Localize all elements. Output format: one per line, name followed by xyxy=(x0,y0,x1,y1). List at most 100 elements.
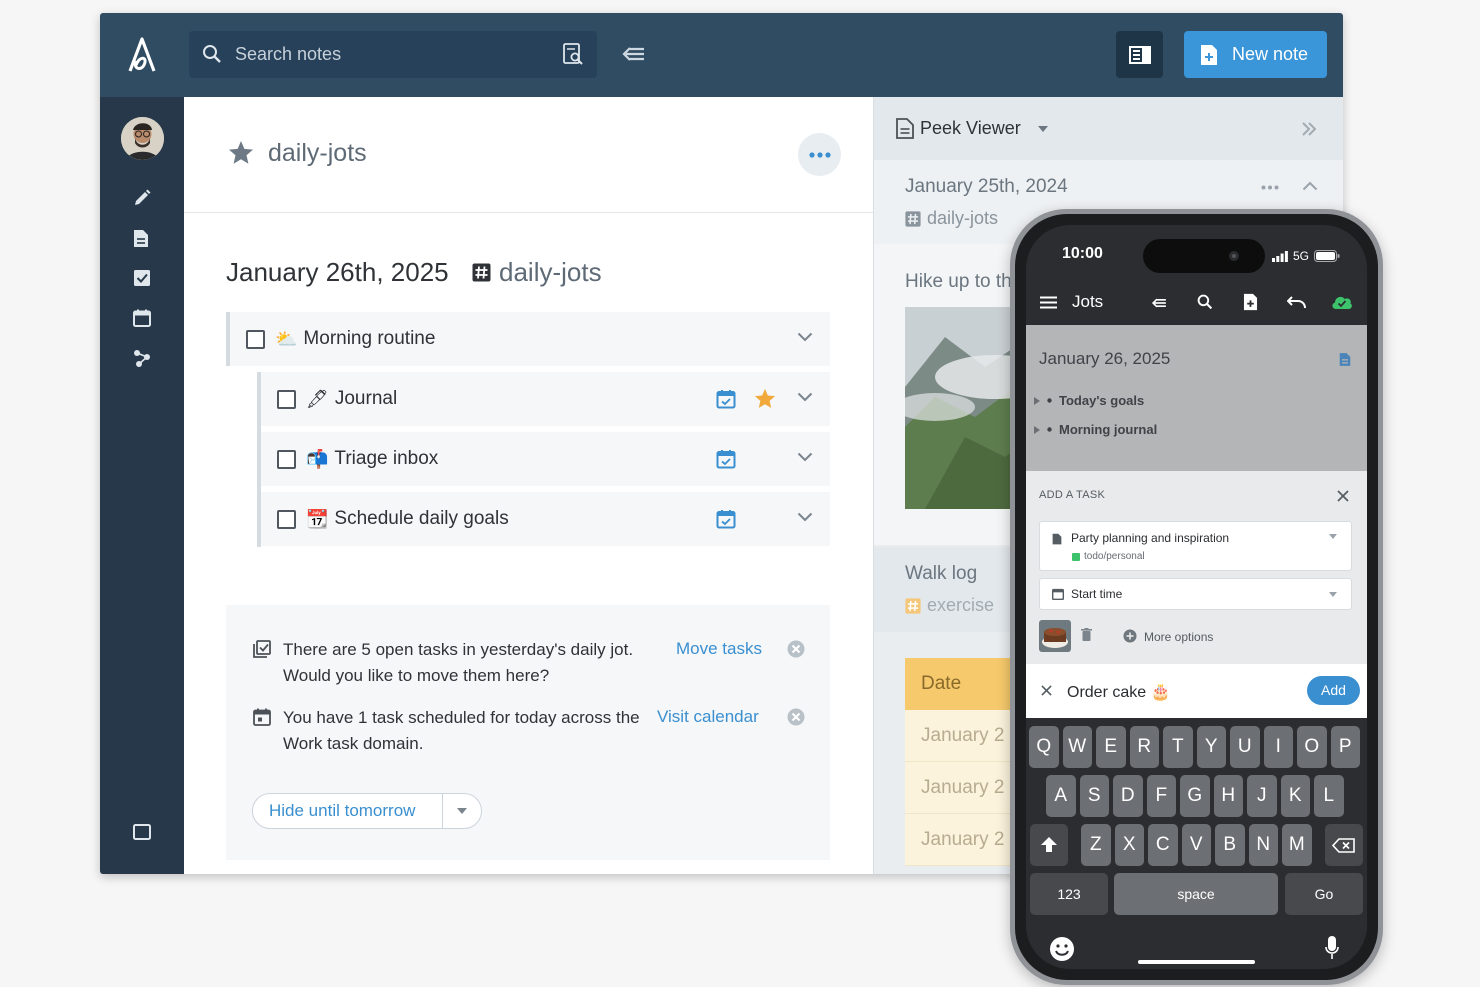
key-l[interactable]: L xyxy=(1314,775,1344,817)
hide-until-tomorrow-button[interactable]: Hide until tomorrow xyxy=(252,793,482,829)
task-label[interactable]: Triage inbox xyxy=(334,448,438,470)
calendar-icon[interactable] xyxy=(716,389,736,409)
space-key[interactable]: space xyxy=(1114,873,1278,915)
search-input[interactable] xyxy=(235,31,535,78)
microphone-icon[interactable] xyxy=(1325,936,1339,960)
expand-triangle-icon[interactable] xyxy=(1034,396,1040,405)
key-f[interactable]: F xyxy=(1146,775,1176,817)
undo-icon[interactable] xyxy=(1287,296,1306,309)
emoji-icon[interactable] xyxy=(1049,936,1075,962)
task-item[interactable]: ⛅ Morning routine xyxy=(230,312,830,366)
home-indicator[interactable] xyxy=(1138,960,1255,964)
tasks-icon[interactable] xyxy=(133,269,151,287)
key-r[interactable]: R xyxy=(1129,726,1159,768)
add-task-button[interactable]: Add xyxy=(1307,676,1360,705)
dismiss-icon[interactable] xyxy=(787,708,805,726)
key-v[interactable]: V xyxy=(1181,824,1211,866)
new-note-button[interactable]: New note xyxy=(1184,31,1327,78)
note-options-button[interactable] xyxy=(798,133,841,176)
key-g[interactable]: G xyxy=(1180,775,1210,817)
key-h[interactable]: H xyxy=(1213,775,1243,817)
calendar-icon[interactable] xyxy=(716,509,736,529)
notes-icon[interactable] xyxy=(133,229,149,248)
key-c[interactable]: C xyxy=(1148,824,1178,866)
visit-calendar-link[interactable]: Visit calendar xyxy=(657,707,759,727)
logo-icon[interactable] xyxy=(122,35,162,75)
key-p[interactable]: P xyxy=(1330,726,1360,768)
cloud-sync-icon[interactable] xyxy=(1331,294,1353,310)
document-icon[interactable] xyxy=(1339,352,1351,367)
key-k[interactable]: K xyxy=(1280,775,1310,817)
backspace-key[interactable] xyxy=(1325,824,1363,866)
key-w[interactable]: W xyxy=(1062,726,1092,768)
start-time-field[interactable]: Start time xyxy=(1039,578,1352,610)
task-label[interactable]: Schedule daily goals xyxy=(334,508,508,530)
more-options-link[interactable]: More options xyxy=(1144,630,1213,644)
ellipsis-icon[interactable] xyxy=(1261,185,1279,190)
task-item[interactable]: 🖋 Journal xyxy=(261,372,830,426)
menu-icon[interactable] xyxy=(1040,296,1057,309)
note-select-field[interactable]: Party planning and inspiration todo/pers… xyxy=(1039,521,1352,571)
key-a[interactable]: A xyxy=(1046,775,1076,817)
list-item[interactable]: Morning journal xyxy=(1034,422,1157,437)
star-icon[interactable] xyxy=(754,388,776,409)
key-e[interactable]: E xyxy=(1096,726,1126,768)
star-icon[interactable] xyxy=(228,140,254,165)
close-icon[interactable] xyxy=(1041,685,1052,696)
key-t[interactable]: T xyxy=(1163,726,1193,768)
avatar[interactable] xyxy=(121,117,164,160)
layout-toggle-button[interactable] xyxy=(1116,31,1163,78)
key-d[interactable]: D xyxy=(1113,775,1143,817)
chevron-down-icon[interactable] xyxy=(797,512,813,522)
jot-tag[interactable]: daily-jots xyxy=(472,257,602,288)
key-j[interactable]: J xyxy=(1247,775,1277,817)
key-s[interactable]: S xyxy=(1079,775,1109,817)
search-bar[interactable] xyxy=(189,31,597,78)
task-checkbox[interactable] xyxy=(246,329,265,349)
caret-down-icon[interactable] xyxy=(1037,125,1049,133)
key-i[interactable]: I xyxy=(1263,726,1293,768)
task-label[interactable]: Journal xyxy=(335,388,397,410)
key-x[interactable]: X xyxy=(1114,824,1144,866)
key-y[interactable]: Y xyxy=(1196,726,1226,768)
window-icon[interactable] xyxy=(133,824,151,840)
key-n[interactable]: N xyxy=(1248,824,1278,866)
go-key[interactable]: Go xyxy=(1285,873,1363,915)
key-b[interactable]: B xyxy=(1215,824,1245,866)
peek-viewer-title[interactable]: Peek Viewer xyxy=(920,118,1021,139)
task-item[interactable]: 📆 Schedule daily goals xyxy=(261,492,830,546)
pencil-icon[interactable] xyxy=(133,189,151,207)
task-checkbox[interactable] xyxy=(277,509,296,529)
graph-icon[interactable] xyxy=(133,349,151,367)
move-tasks-link[interactable]: Move tasks xyxy=(676,639,762,659)
caret-down-icon[interactable] xyxy=(443,807,481,815)
double-chevron-right-icon[interactable] xyxy=(1301,122,1317,136)
close-icon[interactable] xyxy=(1337,490,1349,502)
shift-key[interactable] xyxy=(1030,824,1068,866)
calendar-icon[interactable] xyxy=(133,309,151,327)
exercise-tag[interactable]: exercise xyxy=(905,595,994,616)
search-icon[interactable] xyxy=(1197,294,1213,310)
key-q[interactable]: Q xyxy=(1029,726,1059,768)
advanced-search-icon[interactable] xyxy=(561,42,585,66)
key-m[interactable]: M xyxy=(1282,824,1312,866)
key-o[interactable]: O xyxy=(1297,726,1327,768)
collapse-sidebar-icon[interactable] xyxy=(621,43,647,65)
chevron-down-icon[interactable] xyxy=(797,452,813,462)
chevron-down-icon[interactable] xyxy=(797,332,813,342)
task-item[interactable]: 📬 Triage inbox xyxy=(261,432,830,486)
expand-triangle-icon[interactable] xyxy=(1034,425,1040,434)
dismiss-icon[interactable] xyxy=(787,640,805,658)
list-item[interactable]: Today's goals xyxy=(1034,393,1144,408)
cake-thumbnail[interactable] xyxy=(1039,620,1071,652)
hide-button-label[interactable]: Hide until tomorrow xyxy=(253,793,443,829)
trash-icon[interactable] xyxy=(1081,628,1092,641)
new-note-icon[interactable] xyxy=(1243,293,1258,311)
collapse-icon[interactable] xyxy=(1150,296,1169,310)
task-checkbox[interactable] xyxy=(277,389,296,409)
numbers-key[interactable]: 123 xyxy=(1030,873,1108,915)
chevron-down-icon[interactable] xyxy=(797,392,813,402)
task-checkbox[interactable] xyxy=(277,449,296,469)
chevron-up-icon[interactable] xyxy=(1302,181,1318,191)
task-label[interactable]: Morning routine xyxy=(303,328,435,350)
